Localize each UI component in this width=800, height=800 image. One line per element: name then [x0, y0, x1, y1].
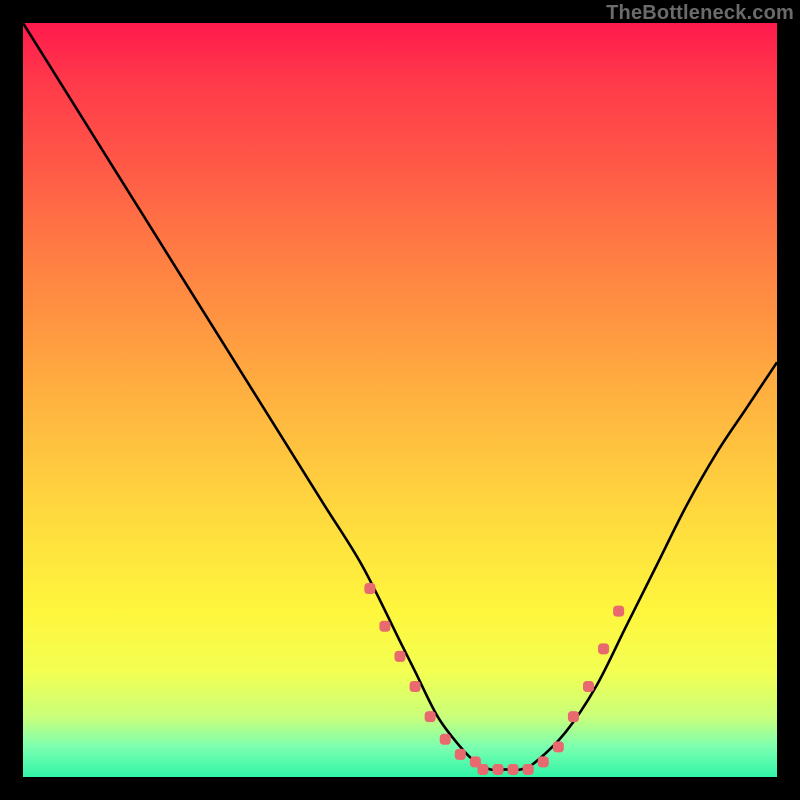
watermark-text: TheBottleneck.com	[606, 2, 794, 25]
chart-frame: TheBottleneck.com	[0, 0, 800, 800]
chart-svg	[23, 23, 777, 777]
marker-point	[455, 749, 466, 760]
marker-point	[538, 756, 549, 767]
marker-point	[613, 606, 624, 617]
marker-point	[553, 741, 564, 752]
marker-point	[410, 681, 421, 692]
highlighted-points	[364, 583, 624, 775]
marker-point	[440, 734, 451, 745]
marker-point	[493, 764, 504, 775]
marker-point	[508, 764, 519, 775]
marker-point	[568, 711, 579, 722]
marker-point	[598, 643, 609, 654]
marker-point	[395, 651, 406, 662]
marker-point	[425, 711, 436, 722]
marker-point	[523, 764, 534, 775]
marker-point	[477, 764, 488, 775]
plot-area	[23, 23, 777, 777]
marker-point	[379, 621, 390, 632]
marker-point	[364, 583, 375, 594]
marker-point	[583, 681, 594, 692]
